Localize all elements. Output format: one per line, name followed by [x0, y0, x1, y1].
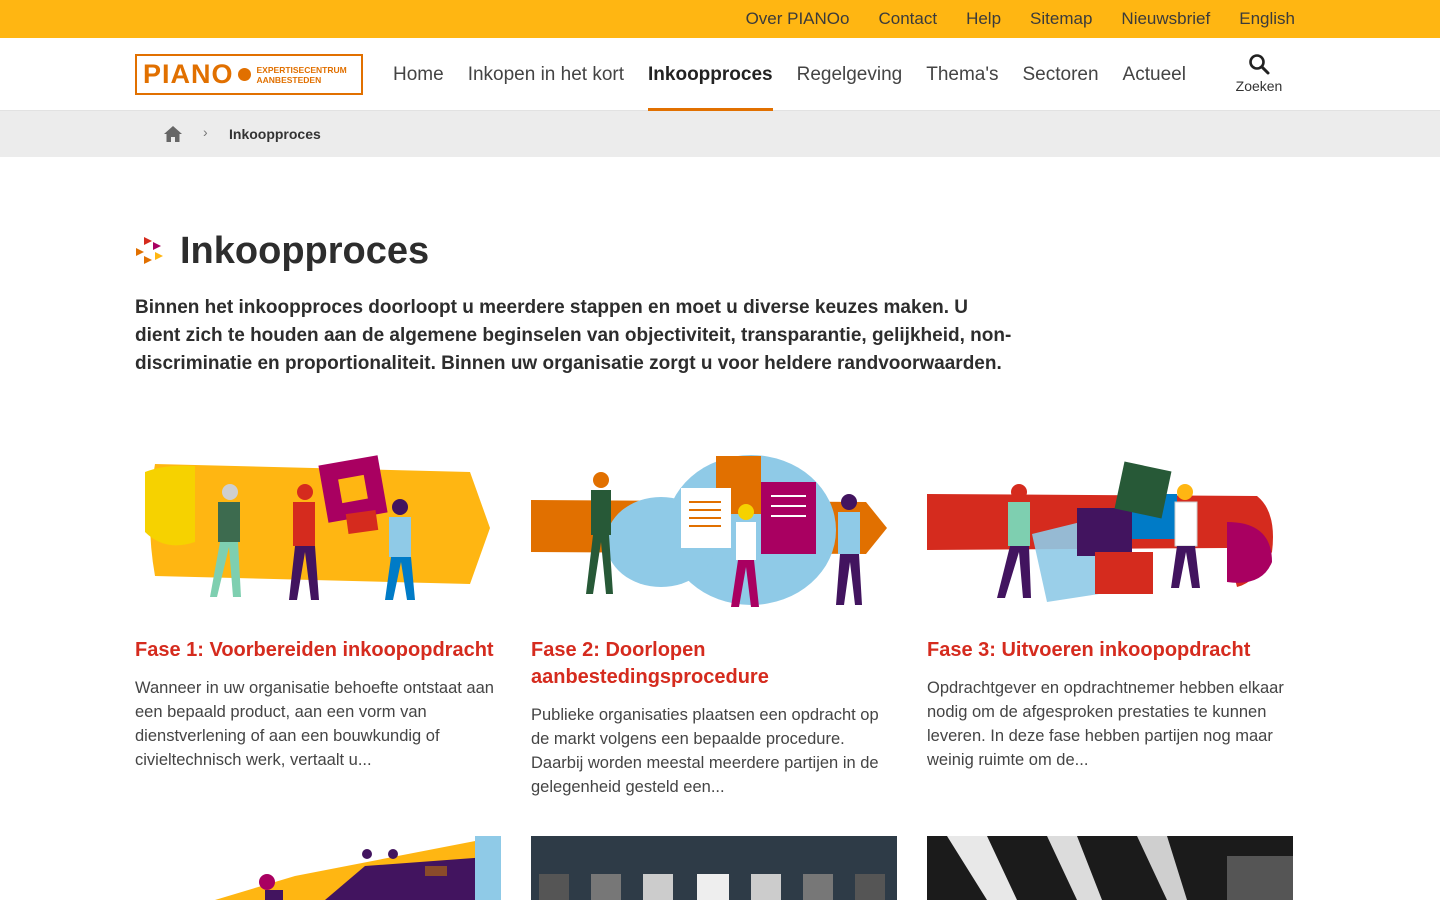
search-button[interactable]: Zoeken — [1228, 52, 1290, 94]
phase-2-illustration — [531, 455, 887, 607]
nav-item-themas[interactable]: Thema's — [926, 38, 998, 111]
nav-item-regelgeving[interactable]: Regelgeving — [797, 38, 903, 111]
logo-dot — [237, 68, 251, 81]
phase-card[interactable]: Fase 2: Doorlopen aanbestedingsprocedure… — [531, 452, 897, 799]
site-logo[interactable]: PIANO EXPERTISECENTRUM AANBESTEDEN — [135, 54, 363, 95]
card-thumbnail[interactable] — [135, 836, 501, 900]
page-intro: Binnen het inkoopproces doorloopt u meer… — [135, 297, 1012, 374]
inkoopproces-icon — [136, 237, 163, 264]
nav-item-inkoopproces[interactable]: Inkoopproces — [648, 38, 773, 112]
search-label: Zoeken — [1235, 78, 1283, 94]
nav-item-home[interactable]: Home — [393, 38, 444, 111]
utility-link-english[interactable]: English — [1239, 9, 1295, 29]
thumbnail-photo-doors — [531, 836, 897, 900]
chevron-right-icon: › — [203, 124, 208, 140]
logo-subtitle: EXPERTISECENTRUM AANBESTEDEN — [256, 64, 347, 85]
phase-card-title[interactable]: Fase 2: Doorlopen aanbestedingsprocedure — [531, 637, 897, 691]
phase-3-illustration — [927, 461, 1273, 602]
utility-link-help[interactable]: Help — [966, 9, 1001, 29]
top-utility-bar: Over PIANOo Contact Help Sitemap Nieuwsb… — [0, 0, 1440, 38]
main-header: PIANO EXPERTISECENTRUM AANBESTEDEN Home … — [0, 38, 1440, 112]
phase-card-text: Wanneer in uw organisatie behoefte ontst… — [135, 679, 494, 769]
utility-link-nieuwsbrief[interactable]: Nieuwsbrief — [1121, 9, 1210, 29]
thumbnail-photo-court — [927, 836, 1293, 900]
main-navigation: Home Inkopen in het kort Inkoopproces Re… — [393, 38, 1210, 112]
phase-card-text: Opdrachtgever en opdrachtnemer hebben el… — [927, 679, 1284, 769]
utility-link-over-pianoo[interactable]: Over PIANOo — [746, 9, 850, 29]
utility-link-sitemap[interactable]: Sitemap — [1030, 9, 1092, 29]
utility-link-contact[interactable]: Contact — [878, 9, 937, 29]
utility-links: Over PIANOo Contact Help Sitemap Nieuwsb… — [717, 0, 1295, 38]
card-thumbnail[interactable] — [927, 836, 1293, 900]
breadcrumb-current: Inkoopproces — [229, 126, 321, 142]
phase-card-text: Publieke organisaties plaatsen een opdra… — [531, 706, 879, 796]
phase-card[interactable]: Fase 1: Voorbereiden inkoopopdracht Wann… — [135, 452, 501, 772]
nav-item-inkopen-in-het-kort[interactable]: Inkopen in het kort — [468, 38, 624, 111]
phase-card-title[interactable]: Fase 1: Voorbereiden inkoopopdracht — [135, 637, 501, 664]
breadcrumb: › Inkoopproces — [0, 111, 1440, 157]
thumbnail-illustration — [215, 836, 501, 900]
phase-1-illustration — [145, 455, 490, 600]
nav-item-sectoren[interactable]: Sectoren — [1023, 38, 1099, 111]
phase-card[interactable]: Fase 3: Uitvoeren inkoopopdracht Opdrach… — [927, 452, 1293, 772]
home-icon[interactable] — [163, 125, 183, 143]
page-title: Inkoopproces — [180, 230, 430, 272]
logo-word: PIANO — [143, 59, 234, 89]
phase-card-title[interactable]: Fase 3: Uitvoeren inkoopopdracht — [927, 637, 1293, 664]
card-thumbnail[interactable] — [531, 836, 897, 900]
search-icon — [1249, 54, 1270, 75]
nav-item-actueel[interactable]: Actueel — [1123, 38, 1186, 111]
